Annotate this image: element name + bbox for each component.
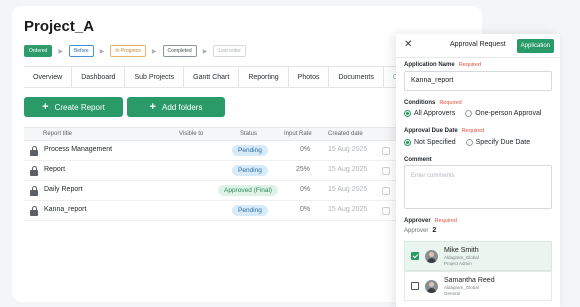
- chevron-right-icon: ▶: [99, 48, 105, 55]
- comment-textarea[interactable]: Enter comments: [404, 165, 552, 209]
- create-report-button[interactable]: + Create Report: [24, 97, 123, 117]
- radio-all-approvers[interactable]: All Approvers: [404, 110, 455, 117]
- status-badge: Pending: [232, 145, 268, 156]
- column-created-date[interactable]: Created date: [328, 131, 363, 137]
- chevron-right-icon: ▶: [151, 48, 157, 55]
- stage-before[interactable]: Before: [68, 45, 94, 57]
- radio-selected-icon: [404, 139, 411, 146]
- lock-icon: [30, 166, 38, 176]
- tab-overview[interactable]: Overview: [24, 67, 73, 87]
- approver-count: Approver 2: [404, 227, 437, 234]
- add-folders-label: Add folders: [161, 102, 203, 112]
- stage-completed[interactable]: Completed: [162, 45, 197, 57]
- lock-icon: [30, 186, 38, 196]
- conditions-label: Conditions Required: [404, 100, 462, 106]
- tab-reporting[interactable]: Reporting: [239, 67, 289, 87]
- column-visible-to[interactable]: Visible to: [179, 131, 203, 137]
- row-checkbox[interactable]: [382, 187, 390, 195]
- approval-request-panel: ✕ Approval Request Application Applicati…: [396, 34, 560, 307]
- plus-icon: +: [42, 100, 49, 113]
- approver-org: Aldagram_Global: [444, 284, 479, 290]
- column-input-rate[interactable]: Input Rate: [284, 131, 312, 137]
- panel-header: ✕ Approval Request Application: [396, 34, 560, 58]
- status-badge: Approved (Final): [218, 185, 279, 196]
- approver-role: General: [444, 290, 461, 296]
- radio-not-specified[interactable]: Not Specified: [404, 139, 456, 146]
- tab-photos[interactable]: Photos: [289, 67, 330, 87]
- tab-gantt-chart[interactable]: Gantt Chart: [184, 67, 240, 87]
- report-title[interactable]: Daily Report: [44, 186, 83, 193]
- tab-documents[interactable]: Documents: [329, 67, 384, 87]
- chevron-right-icon: ▶: [58, 48, 63, 55]
- application-name-label: Application Name Required: [404, 62, 482, 68]
- created-date: 15 Aug 2025: [328, 186, 368, 193]
- avatar: [425, 249, 438, 263]
- approver-org: Aldagram_Global: [444, 254, 479, 260]
- required-tag: Required: [458, 62, 482, 68]
- input-rate: 25%: [296, 166, 311, 173]
- input-rate: 0%: [300, 186, 311, 193]
- required-tag: Required: [434, 218, 457, 224]
- report-title[interactable]: Kanna_report: [44, 206, 86, 213]
- comment-label: Comment: [404, 157, 432, 163]
- approver-name: Mike Smith: [444, 246, 479, 254]
- approver-role: Project Admin: [444, 260, 472, 266]
- stage-in-progress[interactable]: In Progress: [110, 45, 146, 57]
- radio-one-person-approval[interactable]: One-person Approval: [465, 110, 541, 117]
- chevron-right-icon: ▶: [202, 48, 208, 55]
- create-report-label: Create Report: [54, 102, 105, 112]
- radio-specify-due-date[interactable]: Specify Due Date: [465, 139, 530, 146]
- lock-icon: [30, 206, 38, 216]
- radio-unselected-icon: [465, 139, 473, 146]
- column-report-title[interactable]: Report title: [43, 131, 72, 137]
- radio-unselected-icon: [465, 110, 473, 117]
- report-title[interactable]: Process Management: [44, 146, 112, 153]
- created-date: 15 Aug 2025: [328, 146, 368, 153]
- row-checkbox[interactable]: [382, 147, 390, 155]
- tab-sub-projects[interactable]: Sub Projects: [125, 67, 185, 87]
- approver-label: Approver Required: [404, 218, 457, 224]
- radio-selected-icon: [404, 110, 411, 117]
- panel-title: Approval Request: [450, 41, 506, 48]
- status-badge: Pending: [232, 165, 268, 176]
- stage-lost-order[interactable]: Lost order: [213, 45, 246, 57]
- due-date-options: Not Specified Specify Due Date: [404, 139, 530, 146]
- status-badge: Pending: [232, 205, 268, 216]
- lock-icon: [30, 146, 38, 156]
- row-checkbox[interactable]: [382, 167, 390, 175]
- column-status[interactable]: Status: [240, 131, 257, 137]
- required-tag: Required: [439, 100, 462, 106]
- required-tag: Required: [461, 128, 485, 134]
- due-date-label: Approval Due Date Required: [404, 128, 485, 134]
- row-checkbox[interactable]: [382, 207, 390, 215]
- avatar: [425, 279, 438, 293]
- project-title: Project_A: [24, 18, 95, 35]
- created-date: 15 Aug 2025: [328, 166, 368, 173]
- approver-name: Samantha Reed: [444, 276, 495, 284]
- plus-icon: +: [149, 100, 156, 113]
- conditions-options: All Approvers One-person Approval: [404, 110, 541, 117]
- application-button[interactable]: Application: [516, 39, 554, 53]
- checkbox-unchecked[interactable]: [411, 282, 419, 290]
- report-title[interactable]: Report: [44, 166, 65, 173]
- stage-ordered[interactable]: Ordered: [24, 45, 53, 57]
- close-icon[interactable]: ✕: [404, 39, 412, 50]
- add-folders-button[interactable]: + Add folders: [127, 97, 225, 117]
- input-rate: 0%: [300, 206, 311, 213]
- application-name-input[interactable]: Kanna_report: [404, 71, 552, 91]
- action-buttons: + Create Report + Add folders: [24, 97, 225, 117]
- checkbox-checked[interactable]: [411, 252, 419, 260]
- tab-dashboard[interactable]: Dashboard: [72, 67, 126, 87]
- input-rate: 0%: [300, 146, 311, 153]
- approver-row[interactable]: Samantha Reed Aldagram_Global General: [404, 271, 552, 301]
- approver-row[interactable]: Mike Smith Aldagram_Global Project Admin: [404, 241, 552, 271]
- created-date: 15 Aug 2025: [328, 206, 368, 213]
- stage-tracker: Ordered ▶ Before ▶ In Progress ▶ Complet…: [24, 45, 246, 57]
